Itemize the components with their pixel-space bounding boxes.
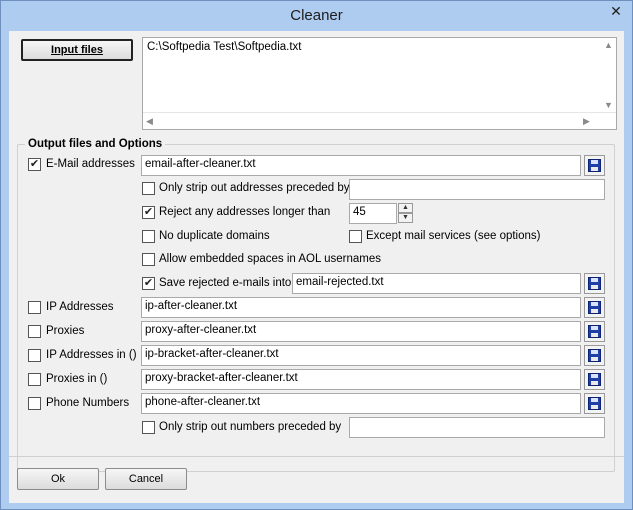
window-title: Cleaner xyxy=(290,7,343,24)
input-files-button[interactable]: Input files xyxy=(21,39,133,61)
reject-longer-checkbox[interactable]: ✔ xyxy=(142,206,155,219)
email-label: E-Mail addresses xyxy=(46,158,135,170)
ip-bracket-label: IP Addresses in () xyxy=(46,349,137,361)
phone-output-field[interactable]: phone-after-cleaner.txt xyxy=(141,393,581,414)
floppy-disk-icon xyxy=(588,349,601,362)
email-checkbox[interactable]: ✔ xyxy=(28,158,41,171)
floppy-disk-icon xyxy=(588,277,601,290)
ip-checkbox[interactable] xyxy=(28,301,41,314)
proxies-bracket-label: Proxies in () xyxy=(46,373,108,385)
dialog-client-area: Input files C:\Softpedia Test\Softpedia.… xyxy=(9,31,624,503)
only-strip-numbers-label: Only strip out numbers preceded by xyxy=(159,421,342,433)
floppy-disk-icon xyxy=(588,397,601,410)
proxies-save-button[interactable] xyxy=(584,321,605,342)
rejected-save-button[interactable] xyxy=(584,273,605,294)
no-duplicate-domains-label: No duplicate domains xyxy=(159,230,270,242)
ok-button[interactable]: Ok xyxy=(17,468,99,490)
ip-bracket-output-field[interactable]: ip-bracket-after-cleaner.txt xyxy=(141,345,581,366)
proxies-label: Proxies xyxy=(46,325,85,337)
ip-label: IP Addresses xyxy=(46,301,114,313)
save-rejected-checkbox[interactable]: ✔ xyxy=(142,277,155,290)
group-title: Output files and Options xyxy=(25,138,166,150)
floppy-disk-icon xyxy=(588,325,601,338)
only-strip-checkbox[interactable] xyxy=(142,182,155,195)
reject-longer-label: Reject any addresses longer than xyxy=(159,206,331,218)
spinner-up-icon[interactable]: ▲ xyxy=(398,203,413,213)
email-save-button[interactable] xyxy=(584,155,605,176)
spinner-down-icon[interactable]: ▼ xyxy=(398,213,413,223)
scroll-up-icon[interactable]: ▲ xyxy=(604,40,613,50)
proxies-bracket-save-button[interactable] xyxy=(584,369,605,390)
scroll-down-icon[interactable]: ▼ xyxy=(604,100,613,110)
only-strip-numbers-field[interactable] xyxy=(349,417,605,438)
floppy-disk-icon xyxy=(588,301,601,314)
ip-bracket-checkbox[interactable] xyxy=(28,349,41,362)
phone-save-button[interactable] xyxy=(584,393,605,414)
ip-save-button[interactable] xyxy=(584,297,605,318)
no-duplicate-domains-checkbox[interactable] xyxy=(142,230,155,243)
phone-label: Phone Numbers xyxy=(46,397,130,409)
except-mail-services-checkbox[interactable] xyxy=(349,230,362,243)
close-icon[interactable]: ✕ xyxy=(606,2,626,20)
ip-output-field[interactable]: ip-after-cleaner.txt xyxy=(141,297,581,318)
cleaner-window: Cleaner ✕ Input files C:\Softpedia Test\… xyxy=(0,0,633,510)
horizontal-scrollbar[interactable]: ◀ ▶ xyxy=(143,112,616,129)
email-output-field[interactable]: email-after-cleaner.txt xyxy=(141,155,581,176)
save-rejected-label: Save rejected e-mails into xyxy=(159,277,292,289)
separator xyxy=(9,456,624,457)
only-strip-numbers-checkbox[interactable] xyxy=(142,421,155,434)
ip-bracket-save-button[interactable] xyxy=(584,345,605,366)
cancel-button[interactable]: Cancel xyxy=(105,468,187,490)
list-item[interactable]: C:\Softpedia Test\Softpedia.txt xyxy=(147,41,302,53)
input-files-list[interactable]: C:\Softpedia Test\Softpedia.txt ▲ ▼ ◀ ▶ xyxy=(142,37,617,130)
proxies-checkbox[interactable] xyxy=(28,325,41,338)
allow-spaces-label: Allow embedded spaces in AOL usernames xyxy=(159,253,382,265)
proxies-bracket-checkbox[interactable] xyxy=(28,373,41,386)
phone-checkbox[interactable] xyxy=(28,397,41,410)
only-strip-field[interactable] xyxy=(349,179,605,200)
only-strip-label: Only strip out addresses preceded by xyxy=(159,182,350,194)
title-bar[interactable]: Cleaner ✕ xyxy=(1,1,632,31)
allow-spaces-checkbox[interactable] xyxy=(142,253,155,266)
max-length-input[interactable]: 45 xyxy=(349,203,397,224)
except-mail-services-label: Except mail services (see options) xyxy=(366,230,541,242)
proxies-bracket-output-field[interactable]: proxy-bracket-after-cleaner.txt xyxy=(141,369,581,390)
vertical-scrollbar[interactable]: ▲ ▼ xyxy=(600,38,616,113)
scroll-right-icon[interactable]: ▶ xyxy=(583,116,590,127)
floppy-disk-icon xyxy=(588,159,601,172)
floppy-disk-icon xyxy=(588,373,601,386)
rejected-output-field[interactable]: email-rejected.txt xyxy=(292,273,581,294)
proxies-output-field[interactable]: proxy-after-cleaner.txt xyxy=(141,321,581,342)
scroll-left-icon[interactable]: ◀ xyxy=(146,116,153,127)
